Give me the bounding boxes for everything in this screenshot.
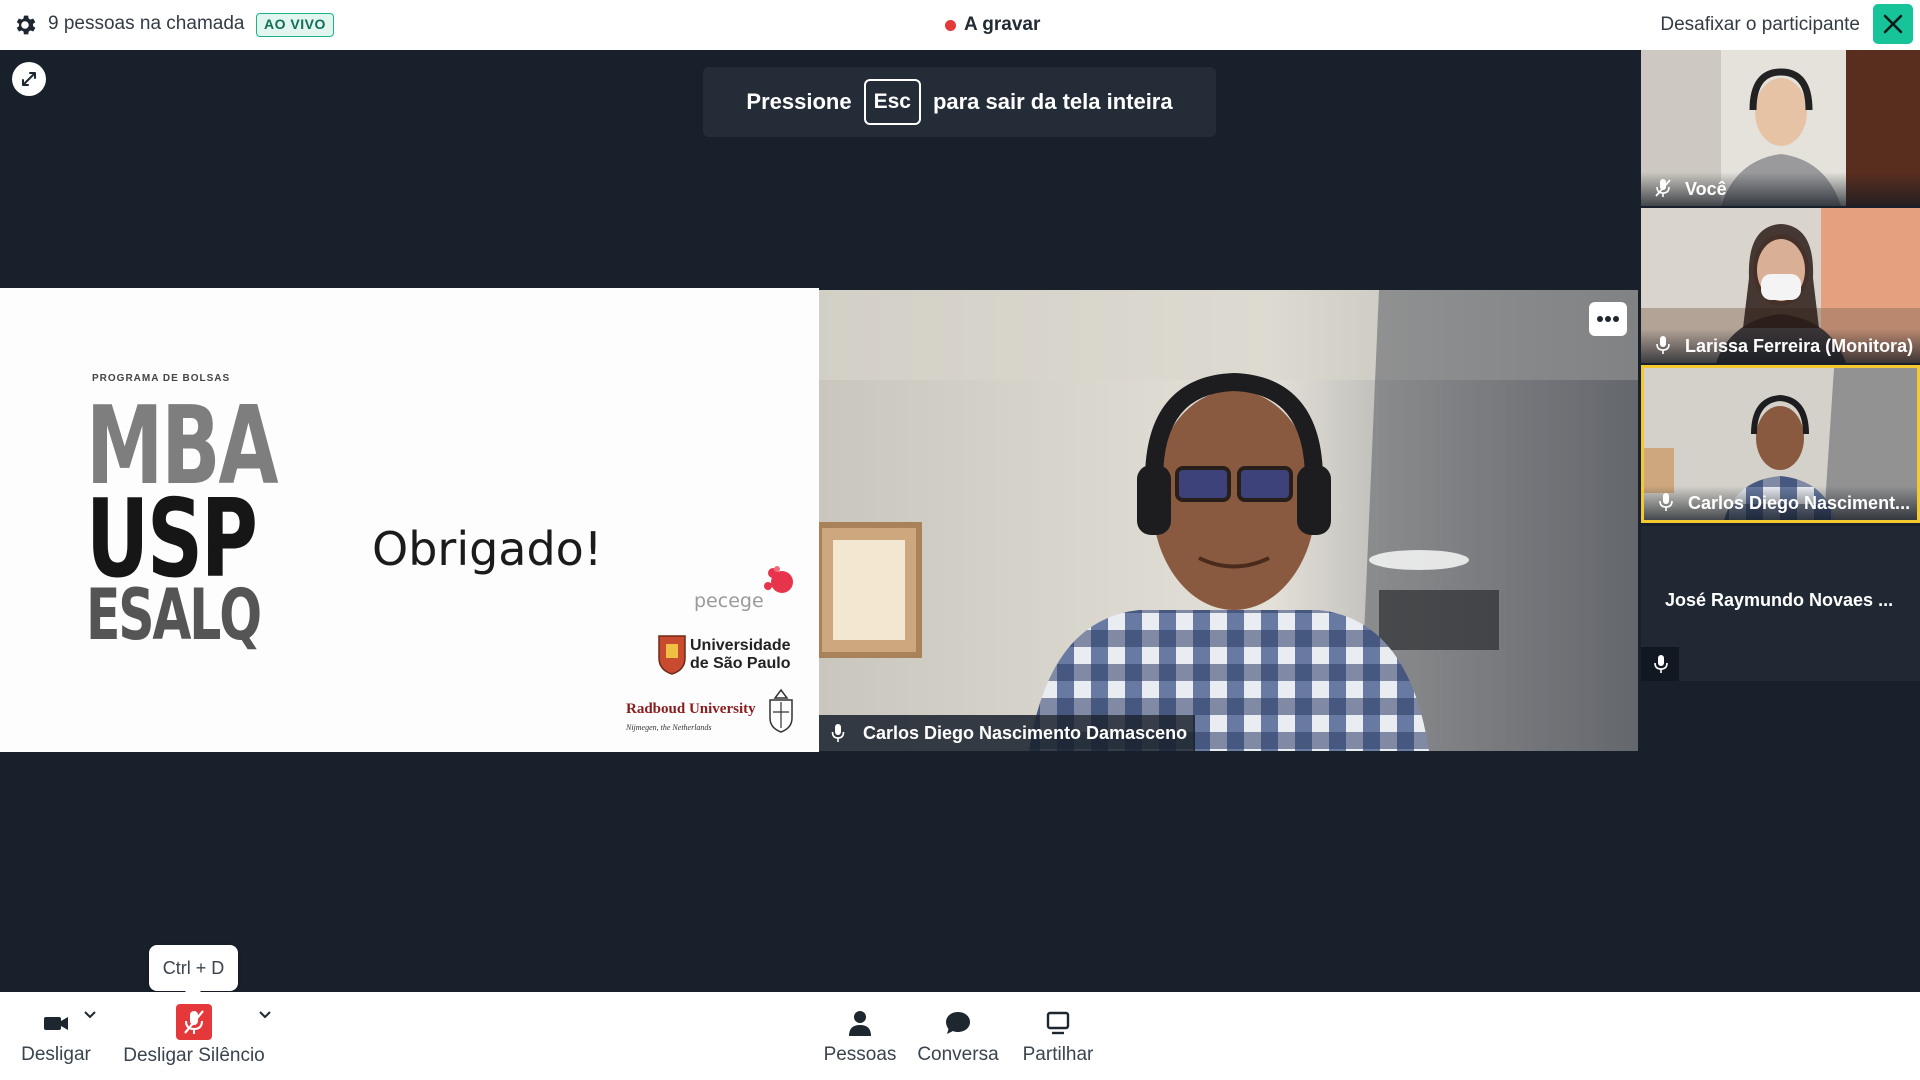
recording-dot-icon (945, 19, 956, 31)
people-label: Pessoas (823, 1044, 897, 1065)
usp-crest-icon (658, 635, 686, 675)
microphone-muted-icon (176, 1004, 212, 1040)
person-icon (849, 1011, 871, 1036)
participant-name: Larissa Ferreira (Monitora) (1641, 329, 1920, 363)
pecege-logo-text: pecege (694, 590, 764, 612)
unmute-button[interactable]: Desligar Silêncio (118, 992, 270, 1080)
chat-button[interactable]: Conversa (915, 992, 1001, 1080)
screen-share-icon (1046, 1011, 1070, 1035)
microphone-icon (831, 724, 845, 742)
people-button[interactable]: Pessoas (820, 992, 900, 1080)
microphone-icon (1659, 493, 1673, 511)
mic-status-box (1641, 647, 1679, 681)
fullscreen-toggle-button[interactable] (12, 62, 46, 96)
unpin-close-button[interactable] (1873, 4, 1913, 44)
radboud-name: Radboud University (626, 701, 756, 717)
usp-name-line2: de São Paulo (690, 655, 791, 672)
bottom-toolbar: Desligar Desligar Silêncio Pessoas Conve… (0, 992, 1920, 1080)
recording-label: A gravar (964, 14, 1041, 35)
microphone-icon (1656, 336, 1670, 354)
camera-options-chevron-icon[interactable] (83, 1010, 97, 1020)
usp-name: Universidade de São Paulo (690, 637, 810, 673)
main-speaker-video (819, 290, 1638, 751)
unpin-participant-label[interactable]: Desafixar o participante (1660, 14, 1860, 36)
main-speaker-name: Carlos Diego Nascimento Damasceno (863, 723, 1188, 743)
camera-button[interactable]: Desligar (18, 992, 94, 1080)
video-camera-icon (44, 1017, 68, 1030)
mic-options-chevron-icon[interactable] (258, 1010, 272, 1020)
top-bar: 9 pessoas na chamada AO VIVO A gravar De… (0, 0, 1920, 50)
participant-tile-larissa[interactable]: Larissa Ferreira (Monitora) (1641, 208, 1920, 363)
settings-gear-icon[interactable] (12, 12, 38, 38)
mic-shortcut-tooltip: Ctrl + D (149, 945, 238, 999)
radboud-crest-icon (769, 688, 793, 733)
share-label: Partilhar (1022, 1044, 1094, 1065)
participant-count[interactable]: 9 pessoas na chamada (48, 13, 244, 35)
chat-label: Conversa (917, 1044, 999, 1065)
radboud-subtitle: Nijmegen, the Netherlands (626, 723, 712, 732)
more-options-button[interactable] (1589, 302, 1627, 336)
close-icon (1883, 14, 1903, 34)
esc-key: Esc (863, 79, 921, 125)
usp-name-line1: Universidade (690, 637, 791, 654)
participant-tile-carlos-active[interactable]: Carlos Diego Nasciment... (1641, 365, 1920, 523)
pecege-logo-icon (764, 566, 793, 593)
shared-presentation-slide: PROGRAMA DE BOLSAS MBA USP ESALQ Obrigad… (0, 288, 819, 752)
expand-arrows-icon (22, 72, 36, 86)
banner-text-before: Pressione (746, 89, 852, 114)
microphone-icon (1654, 655, 1668, 673)
microphone-muted-icon (1655, 179, 1671, 197)
recording-indicator: A gravar (945, 14, 1040, 36)
share-button[interactable]: Partilhar (1018, 992, 1098, 1080)
exit-fullscreen-banner: Pressione Esc para sair da tela inteira (703, 67, 1216, 137)
participant-name: Carlos Diego Nasciment... (1644, 486, 1917, 520)
participant-tile-self[interactable]: Você (1641, 50, 1920, 206)
main-speaker-name-tag: Carlos Diego Nascimento Damasceno (819, 715, 1196, 751)
program-label: PROGRAMA DE BOLSAS (92, 373, 231, 384)
participant-tile-jose[interactable]: José Raymundo Novaes ... (1641, 526, 1920, 681)
banner-text-after: para sair da tela inteira (932, 89, 1173, 114)
speaker-video-frame (819, 290, 1638, 751)
unmute-label: Desligar Silêncio (123, 1045, 265, 1066)
slide-thanks-text: Obrigado! (372, 522, 603, 576)
participant-name: José Raymundo Novaes ... (1665, 590, 1894, 610)
logo-esalq: ESALQ (86, 574, 262, 656)
chat-bubble-icon (946, 1012, 970, 1034)
live-badge: AO VIVO (256, 13, 334, 37)
participant-name: Você (1641, 172, 1920, 206)
ellipsis-icon (1597, 316, 1619, 322)
camera-label: Desligar (21, 1044, 91, 1065)
